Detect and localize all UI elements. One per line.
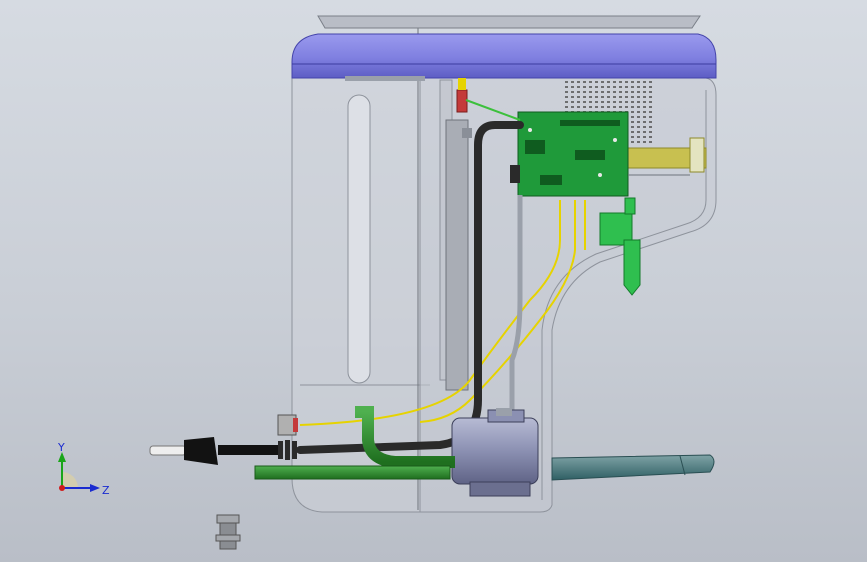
assembly-model[interactable]: [0, 0, 867, 562]
control-pcb[interactable]: [510, 111, 629, 197]
bottom-fitting[interactable]: [215, 514, 241, 550]
water-level-window: [347, 94, 371, 384]
z-axis-label: Z: [102, 484, 110, 497]
pump-motor[interactable]: [451, 408, 539, 497]
x-axis-dot: [59, 485, 65, 491]
side-panel: [445, 119, 469, 391]
yellow-tab: [458, 78, 466, 90]
z-axis-arrow: [90, 484, 100, 492]
drip-tray[interactable]: [551, 454, 715, 481]
y-axis-label: Y: [57, 441, 65, 454]
graphics-viewport[interactable]: Y Z: [0, 0, 867, 562]
orientation-triad: Y Z: [57, 441, 110, 497]
lid[interactable]: [291, 15, 717, 81]
pcb-connector: [510, 165, 520, 183]
power-plug[interactable]: [149, 437, 297, 465]
panel-clip: [462, 128, 472, 138]
red-connector: [456, 89, 468, 113]
water-tank[interactable]: [291, 20, 430, 513]
